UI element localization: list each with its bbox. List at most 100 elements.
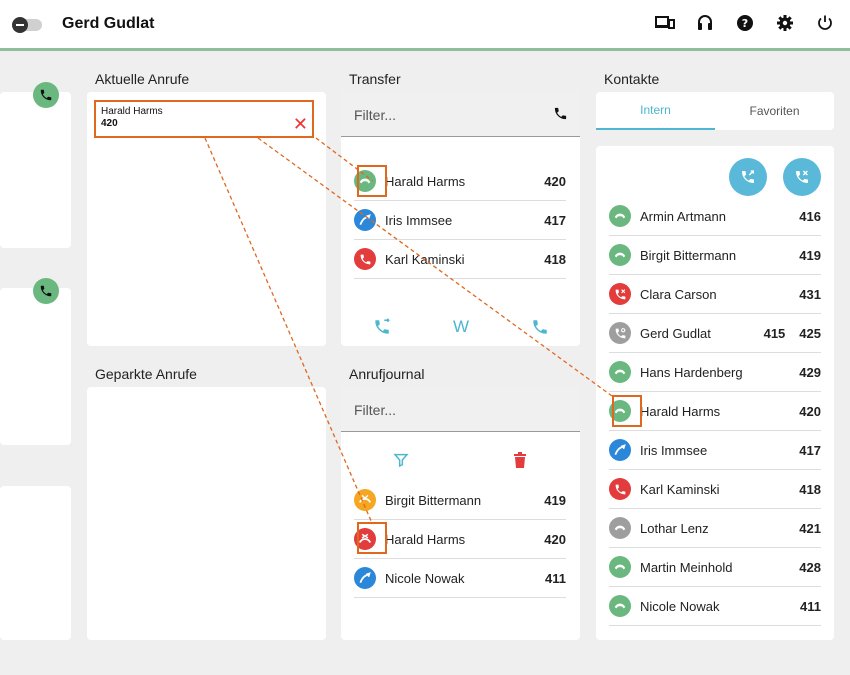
contact-name: Harald Harms (640, 403, 721, 419)
parked-calls-panel (87, 387, 326, 640)
transfer-row-number: 417 (544, 212, 566, 228)
user-name: Gerd Gudlat (62, 15, 155, 32)
status-toggle[interactable] (12, 17, 42, 33)
power-icon[interactable] (814, 12, 836, 34)
section-title-anrufjournal: Anrufjournal (349, 366, 425, 382)
section-title-transfer: Transfer (349, 71, 401, 87)
journal-row[interactable]: Birgit Bittermann 419 (354, 481, 566, 520)
tab-favoriten[interactable]: Favoriten (715, 92, 834, 130)
current-call-name: Harald Harms (101, 106, 163, 117)
transfer-row-name: Harald Harms (385, 173, 466, 189)
phone-icon[interactable] (553, 106, 568, 126)
toggle-knob[interactable] (12, 17, 28, 33)
tab-intern[interactable]: Intern (596, 92, 715, 130)
contact-row[interactable]: Gerd Gudlat 415 425 (609, 314, 821, 353)
contact-name: Hans Hardenberg (640, 364, 743, 380)
contact-name: Clara Carson (640, 286, 717, 302)
transfer-row-name: Iris Immsee (385, 212, 453, 228)
highlight-box (357, 522, 387, 554)
section-title-kontakte: Kontakte (604, 71, 660, 87)
journal-row[interactable]: Nicole Nowak 411 (354, 559, 566, 598)
call-button-icon[interactable] (529, 316, 551, 338)
journal-row-number: 419 (544, 492, 566, 508)
contact-name: Karl Kaminski (640, 481, 720, 497)
transfer-row-number: 418 (544, 251, 566, 267)
phone-self-icon (609, 322, 631, 344)
journal-row-number: 411 (545, 570, 566, 586)
incoming-call-icon (609, 439, 631, 461)
journal-row-number: 420 (544, 531, 566, 547)
transfer-call-icon[interactable] (371, 316, 393, 338)
transfer-filter-placeholder[interactable]: Filter... (354, 107, 396, 123)
phone-available-icon (609, 595, 631, 617)
incoming-call-icon (354, 209, 376, 231)
highlight-box (612, 395, 642, 427)
phone-busy-icon (354, 248, 376, 270)
headset-icon[interactable] (694, 12, 716, 34)
contact-number: 429 (799, 364, 821, 380)
help-icon[interactable]: ? (734, 12, 756, 34)
contact-row[interactable]: Iris Immsee 417 (609, 431, 821, 470)
phone-icon[interactable] (33, 278, 59, 304)
contact-row[interactable]: Armin Artmann 416 (609, 197, 821, 236)
missed-call-icon (354, 489, 376, 511)
contact-number: 411 (800, 598, 821, 614)
svg-text:?: ? (742, 17, 748, 30)
gear-icon[interactable] (774, 12, 796, 34)
contact-row[interactable]: Clara Carson 431 (609, 275, 821, 314)
contact-row[interactable]: Lothar Lenz 421 (609, 509, 821, 548)
contact-number: 420 (799, 403, 821, 419)
contact-number: 421 (799, 520, 821, 536)
journal-row-name: Nicole Nowak (385, 570, 465, 586)
section-title-geparkte-anrufe: Geparkte Anrufe (95, 366, 197, 382)
transfer-filter-input[interactable]: Filter... (341, 92, 580, 137)
journal-filter-placeholder[interactable]: Filter... (354, 402, 396, 418)
journal-row-name: Birgit Bittermann (385, 492, 482, 508)
incoming-call-icon (354, 567, 376, 589)
contact-row[interactable]: Karl Kaminski 418 (609, 470, 821, 509)
phone-icon[interactable] (33, 82, 59, 108)
contact-number: 416 (799, 208, 821, 224)
highlight-box (357, 165, 387, 197)
contact-number: 428 (799, 559, 821, 575)
contact-name: Martin Meinhold (640, 559, 733, 575)
phone-available-icon (609, 205, 631, 227)
current-call-item[interactable]: Harald Harms 420 ✕ (94, 100, 314, 138)
left-panel-3 (0, 486, 71, 640)
contact-name: Birgit Bittermann (640, 247, 737, 263)
transfer-row[interactable]: Iris Immsee 417 (354, 201, 566, 240)
contact-row[interactable]: Birgit Bittermann 419 (609, 236, 821, 275)
contact-name: Lothar Lenz (640, 520, 709, 536)
phone-available-icon (609, 244, 631, 266)
call-block-icon[interactable] (783, 158, 821, 196)
journal-row-name: Harald Harms (385, 531, 466, 547)
contact-number: 419 (799, 247, 821, 263)
contact-row[interactable]: Hans Hardenberg 429 (609, 353, 821, 392)
filter-icon[interactable] (390, 449, 412, 471)
transfer-row[interactable]: Karl Kaminski 418 (354, 240, 566, 279)
left-panel-1 (0, 92, 71, 248)
contact-number: 418 (799, 481, 821, 497)
contact-row[interactable]: Nicole Nowak 411 (609, 587, 821, 626)
trash-icon[interactable] (509, 449, 531, 471)
contact-row[interactable]: Martin Meinhold 428 (609, 548, 821, 587)
devices-icon[interactable] (654, 12, 676, 34)
current-call-number: 420 (101, 118, 118, 129)
transfer-row-name: Karl Kaminski (385, 251, 465, 267)
close-icon[interactable]: ✕ (293, 115, 308, 133)
section-title-aktuelle-anrufe: Aktuelle Anrufe (95, 71, 190, 87)
w-action-button[interactable]: W (450, 316, 472, 338)
do-not-disturb-icon (609, 283, 631, 305)
contact-number-secondary: 425 (799, 325, 821, 341)
phone-available-icon (609, 556, 631, 578)
contact-name: Gerd Gudlat (640, 325, 711, 341)
call-forward-icon[interactable] (729, 158, 767, 196)
top-icons: ? (654, 12, 836, 34)
phone-busy-icon (609, 478, 631, 500)
contact-name: Nicole Nowak (640, 598, 720, 614)
contact-name: Armin Artmann (640, 208, 726, 224)
contact-number: 415 (763, 325, 786, 341)
journal-filter-input[interactable]: Filter... (341, 387, 580, 432)
header-divider (0, 48, 850, 51)
contact-number: 417 (799, 442, 821, 458)
